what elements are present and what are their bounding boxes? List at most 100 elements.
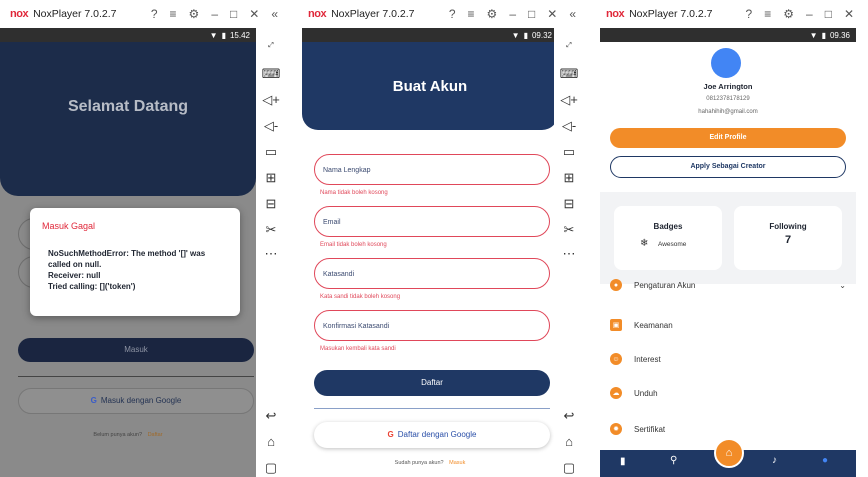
window-titlebar: nox NoxPlayer 7.0.2.7 ? ≡ ⚙ – □ ✕ « [298, 0, 584, 28]
home-icon: ⌂ [725, 447, 733, 459]
apply-creator-button[interactable]: Apply Sebagai Creator [610, 156, 846, 178]
dialog-message: NoSuchMethodError: The method '[]' was c… [48, 249, 206, 291]
volume-up-icon[interactable]: ◁+ [554, 92, 584, 108]
keyboard-icon[interactable]: ⌨ [256, 66, 286, 82]
divider [314, 408, 550, 409]
recent-apps-icon[interactable]: ▢ [256, 460, 286, 476]
nox-window-profile: nox NoxPlayer 7.0.2.7 ? ≡ ⚙ – □ ✕ ▼ ▮ 09… [596, 0, 868, 477]
search-icon[interactable]: ⚲ [670, 455, 677, 466]
android-statusbar: ▼ ▮ 09.36 [600, 28, 856, 42]
sidebar-expand-icon[interactable]: ⤢ [256, 42, 286, 50]
minimize-icon[interactable]: – [509, 7, 516, 21]
smile-icon: ☺ [610, 353, 622, 365]
keyboard-icon[interactable]: ⌨ [554, 66, 584, 82]
divider [18, 376, 254, 377]
user-icon: ● [610, 279, 622, 291]
profile-phone: 0812378178129 [706, 96, 750, 102]
menu-item-download[interactable]: ☁ Unduh [600, 376, 856, 410]
nox-window-login: nox NoxPlayer 7.0.2.7 ? ≡ ⚙ – □ ✕ « ▼ ▮ … [0, 0, 286, 477]
battery-icon: ▮ [221, 30, 226, 40]
nox-sidebar: ⤢ ⌨ ◁+ ◁- ▭ ⊞ ⊟ ✂ ⋯ ↩ ⌂ ▢ [554, 28, 584, 477]
close-icon[interactable]: ✕ [249, 7, 259, 21]
badge-item: Awesome [658, 241, 687, 248]
menu-item-account-settings[interactable]: ● Pengaturan Akun ⌄ [600, 268, 856, 302]
scissors-icon[interactable]: ✂ [256, 222, 286, 238]
cloud-download-icon: ☁ [610, 387, 622, 399]
screen-icon[interactable]: ▭ [256, 144, 286, 160]
email-input[interactable]: Email [314, 206, 550, 237]
google-register-button[interactable]: G Daftar dengan Google [314, 422, 550, 448]
bell-icon[interactable]: ♪ [772, 455, 777, 466]
nox-sidebar: ⤢ ⌨ ◁+ ◁- ▭ ⊞ ⊟ ✂ ⋯ ↩ ⌂ ▢ [256, 28, 286, 477]
menu-icon[interactable]: ≡ [170, 7, 177, 21]
collapse-icon[interactable]: « [569, 7, 576, 21]
minimize-icon[interactable]: – [806, 7, 813, 21]
scissors-icon[interactable]: ✂ [554, 222, 584, 238]
sidebar-expand-icon[interactable]: ⤢ [554, 42, 584, 50]
volume-down-icon[interactable]: ◁- [256, 118, 286, 134]
menu-item-interest[interactable]: ☺ Interest [600, 342, 856, 376]
home-icon[interactable]: ⌂ [256, 434, 286, 449]
no-account-text: Belum punya akun? [93, 432, 143, 438]
following-title: Following [769, 222, 807, 231]
maximize-icon[interactable]: □ [230, 7, 237, 21]
help-icon[interactable]: ? [151, 7, 158, 21]
window-controls: ? ≡ ⚙ – □ ✕ « [151, 0, 278, 28]
page-title: Buat Akun [392, 78, 468, 95]
register-button[interactable]: Daftar [314, 370, 550, 396]
book-icon[interactable]: ▮ [620, 456, 626, 467]
fullname-error: Nama tidak boleh kosong [320, 190, 388, 196]
settings-icon[interactable]: ⚙ [783, 7, 794, 21]
minimize-icon[interactable]: – [211, 7, 218, 21]
login-link[interactable]: Masuk [449, 460, 465, 466]
chevron-down-icon[interactable]: ⌄ [839, 281, 846, 290]
google-register-label: Daftar dengan Google [397, 430, 477, 439]
menu-icon[interactable]: ≡ [468, 7, 475, 21]
back-icon[interactable]: ↩ [256, 408, 286, 424]
help-icon[interactable]: ? [449, 7, 456, 21]
settings-icon[interactable]: ⚙ [189, 7, 200, 21]
back-icon[interactable]: ↩ [554, 408, 584, 424]
home-fab[interactable]: ⌂ [714, 438, 744, 468]
close-icon[interactable]: ✕ [547, 7, 557, 21]
maximize-icon[interactable]: □ [528, 7, 535, 21]
register-link[interactable]: Daftar [148, 432, 163, 438]
settings-icon[interactable]: ⚙ [487, 7, 498, 21]
volume-down-icon[interactable]: ◁- [554, 118, 584, 134]
following-card[interactable]: Following 7 [734, 206, 842, 270]
confirm-password-input[interactable]: Konfirmasi Katasandi [314, 310, 550, 341]
badges-card[interactable]: Badges ❄ Awesome [614, 206, 722, 270]
have-account-text: Sudah punya akun? [394, 460, 444, 466]
edit-profile-button[interactable]: Edit Profile [610, 128, 846, 148]
fullname-input[interactable]: Nama Lengkap [314, 154, 550, 185]
more-icon[interactable]: ⋯ [256, 246, 286, 262]
install-apk-icon[interactable]: ⊞ [256, 170, 286, 186]
password-input[interactable]: Katasandi [314, 258, 550, 289]
volume-up-icon[interactable]: ◁+ [256, 92, 286, 108]
install-apk-icon[interactable]: ⊞ [554, 170, 584, 186]
avatar[interactable] [711, 48, 741, 78]
register-prompt: Belum punya akun? Daftar [0, 432, 256, 438]
menu-icon[interactable]: ≡ [764, 7, 771, 21]
help-icon[interactable]: ? [746, 7, 753, 21]
collapse-icon[interactable]: « [271, 7, 278, 21]
home-icon[interactable]: ⌂ [554, 434, 584, 449]
clean-icon[interactable]: ⊟ [554, 196, 584, 212]
wifi-icon: ▼ [809, 30, 818, 40]
screen-icon[interactable]: ▭ [554, 144, 584, 160]
maximize-icon[interactable]: □ [825, 7, 832, 21]
android-statusbar: ▼ ▮ 15.42 [0, 28, 256, 42]
app-screen: Joe Arrington 0812378178129 hahahihih@gm… [600, 42, 856, 477]
google-login-button[interactable]: G Masuk dengan Google [18, 388, 254, 414]
close-icon[interactable]: ✕ [844, 7, 854, 21]
badges-title: Badges [653, 222, 683, 231]
profile-nav-icon[interactable]: ● [822, 455, 828, 466]
nox-logo: nox [308, 8, 327, 20]
more-icon[interactable]: ⋯ [554, 246, 584, 262]
clean-icon[interactable]: ⊟ [256, 196, 286, 212]
window-controls: ? ≡ ⚙ – □ ✕ [746, 0, 854, 28]
google-login-label: Masuk dengan Google [100, 396, 182, 405]
login-button[interactable]: Masuk [18, 338, 254, 362]
recent-apps-icon[interactable]: ▢ [554, 460, 584, 476]
menu-item-security[interactable]: ▣ Keamanan [600, 308, 856, 342]
